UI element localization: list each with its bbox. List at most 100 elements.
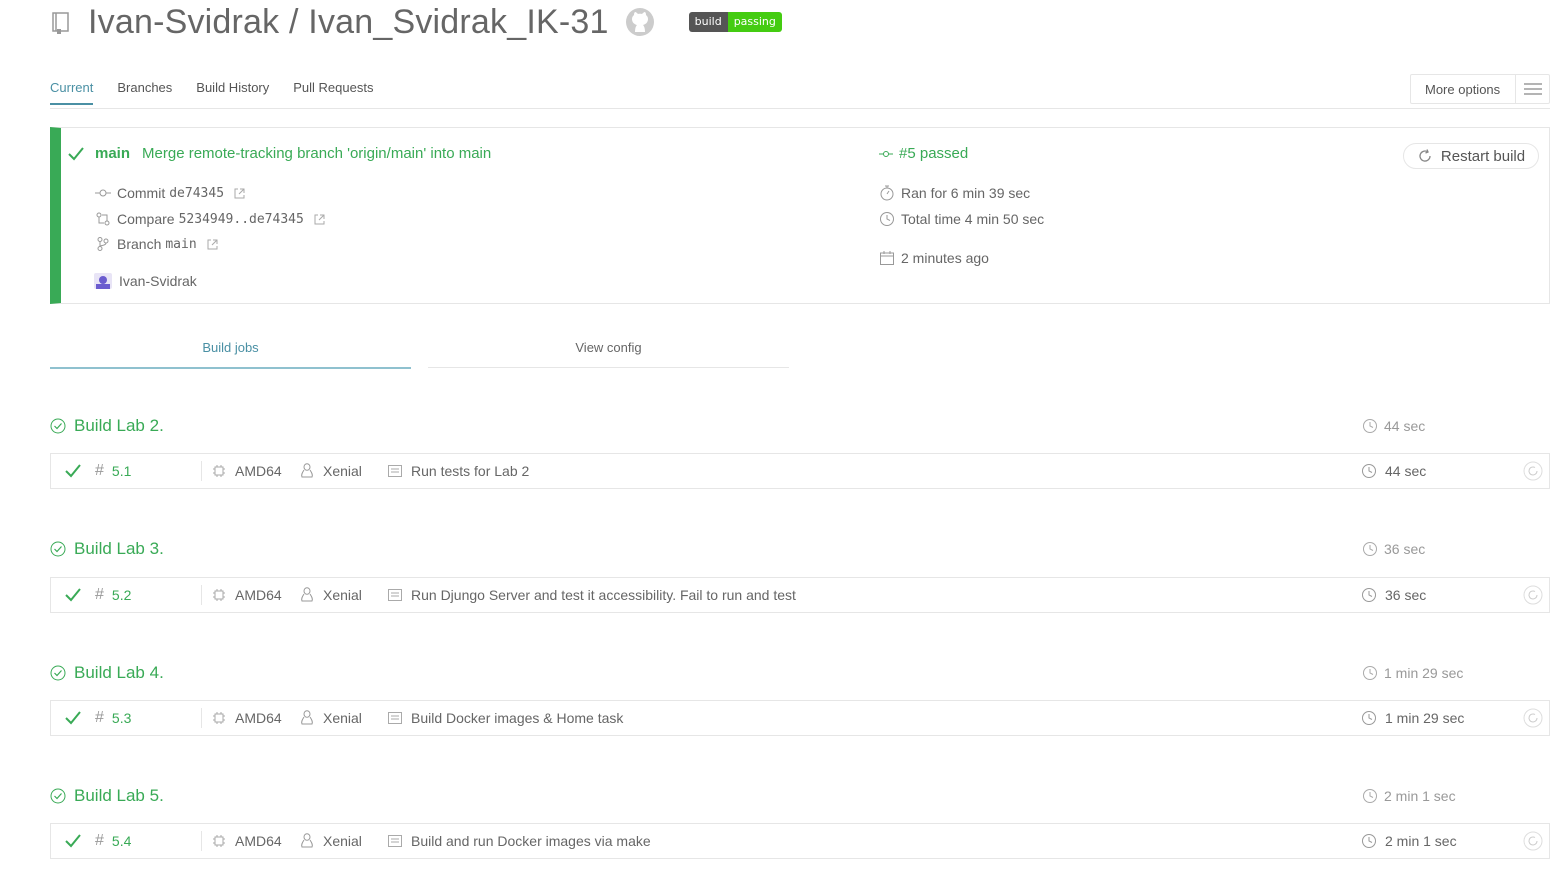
tab-build-history[interactable]: Build History [196,80,269,105]
hamburger-icon [1515,75,1549,103]
job-duration: 44 sec [1361,454,1426,488]
clock-icon [879,211,895,227]
stage-time-text: 44 sec [1384,418,1426,434]
restart-build-button[interactable]: Restart build [1403,143,1539,169]
job-number-text: 5.4 [111,833,132,849]
compare-row[interactable]: Compare 5234949..de74345 [95,211,325,227]
divider [201,708,202,728]
stage-header: Build Lab 3. 36 sec [50,538,1550,560]
cpu-icon [211,463,227,479]
job-row[interactable]: #5.2 AMD64 Xenial Run Djungo Server and … [50,577,1550,613]
finished-ago: 2 minutes ago [901,250,989,266]
job-duration: 1 min 29 sec [1361,701,1464,735]
job-os: Xenial [299,701,362,735]
job-row[interactable]: #5.3 AMD64 Xenial Build Docker images & … [50,700,1550,736]
job-number-text: 5.3 [111,710,132,726]
badge-status: passing [727,12,782,32]
repo-title[interactable]: Ivan-Svidrak / Ivan_Svidrak_IK-31 [88,3,609,42]
branch-row[interactable]: Branch main [95,236,218,252]
job-os-text: Xenial [323,833,362,849]
build-headline: main Merge remote-tracking branch 'origi… [67,145,491,162]
repo-icon [50,9,72,35]
more-options-label: More options [1425,81,1501,97]
external-link-icon [207,239,218,250]
stage-title: Build Lab 4. [74,663,164,682]
restart-icon [1417,148,1433,164]
build-status-badge[interactable]: build passing [688,12,782,32]
stage-duration: 44 sec [1362,418,1425,434]
cpu-icon [211,587,227,603]
divider [201,461,202,481]
clock-icon [1362,418,1378,434]
linux-icon [299,710,315,726]
more-options-button[interactable]: More options [1410,74,1550,104]
terminal-icon [387,833,403,849]
tab-pull-requests[interactable]: Pull Requests [293,80,373,105]
job-number[interactable]: #5.3 [95,701,131,735]
github-icon[interactable] [625,7,655,37]
commit-message[interactable]: Merge remote-tracking branch 'origin/mai… [142,145,491,162]
check-icon [65,578,81,612]
stage-header: Build Lab 2. 44 sec [50,415,1550,437]
job-tabs: Build jobs View config [50,340,790,370]
compare-icon [95,211,111,227]
branch-name[interactable]: main [95,145,130,162]
avatar [94,273,112,289]
total-time: Total time 4 min 50 sec [901,211,1045,227]
job-row[interactable]: #5.1 AMD64 Xenial Run tests for Lab 2 44… [50,453,1550,489]
job-os: Xenial [299,824,362,858]
job-row[interactable]: #5.4 AMD64 Xenial Build and run Docker i… [50,823,1550,859]
commit-row[interactable]: Commit de74345 [95,185,245,201]
repo-header: Ivan-Svidrak / Ivan_Svidrak_IK-31 build … [50,0,782,44]
tab-build-jobs[interactable]: Build jobs [50,340,411,369]
build-number-status[interactable]: #5 passed [879,145,968,162]
job-name: Run Djungo Server and test it accessibil… [387,578,796,612]
badge-label: build [688,12,728,32]
job-number[interactable]: #5.2 [95,578,131,612]
job-arch-text: AMD64 [235,710,282,726]
terminal-icon [387,587,403,603]
linux-icon [299,463,315,479]
job-duration: 36 sec [1361,578,1426,612]
linux-icon [299,587,315,603]
stage-time-text: 1 min 29 sec [1384,665,1464,681]
repo-tabs: Current Branches Build History Pull Requ… [50,80,397,105]
external-link-icon [314,214,325,225]
restart-job-icon[interactable] [1523,824,1543,858]
tab-branches[interactable]: Branches [117,80,172,105]
job-duration: 2 min 1 sec [1361,824,1457,858]
job-time-text: 1 min 29 sec [1385,710,1465,726]
job-name: Build and run Docker images via make [387,824,651,858]
job-number-text: 5.2 [111,587,132,603]
job-name-text: Build Docker images & Home task [411,710,624,726]
finished-row: 2 minutes ago [879,250,989,266]
job-number[interactable]: #5.1 [95,454,131,488]
terminal-icon [387,463,403,479]
job-time-text: 36 sec [1385,587,1427,603]
author-row[interactable]: Ivan-Svidrak [94,273,197,289]
build-number: #5 passed [899,145,969,162]
check-icon [65,454,81,488]
stage-header: Build Lab 4. 1 min 29 sec [50,662,1550,684]
branch-label: Branch [117,236,162,252]
clock-icon [1361,710,1377,726]
job-time-text: 2 min 1 sec [1385,833,1457,849]
total-time-row: Total time 4 min 50 sec [879,211,1044,227]
tab-current[interactable]: Current [50,80,94,105]
job-arch: AMD64 [211,454,282,488]
branch-value: main [165,236,197,252]
hash-icon: # [95,462,104,479]
commit-label: Commit [117,185,166,201]
tab-view-config[interactable]: View config [428,340,789,368]
stage-time-text: 2 min 1 sec [1384,788,1456,804]
restart-job-icon[interactable] [1523,454,1543,488]
job-number[interactable]: #5.4 [95,824,131,858]
job-os-text: Xenial [323,463,362,479]
branch-icon [95,236,111,252]
check-icon [65,701,81,735]
job-name: Run tests for Lab 2 [387,454,529,488]
commit-hash: de74345 [169,185,225,201]
restart-job-icon[interactable] [1523,578,1543,612]
divider [201,831,202,851]
restart-job-icon[interactable] [1523,701,1543,735]
